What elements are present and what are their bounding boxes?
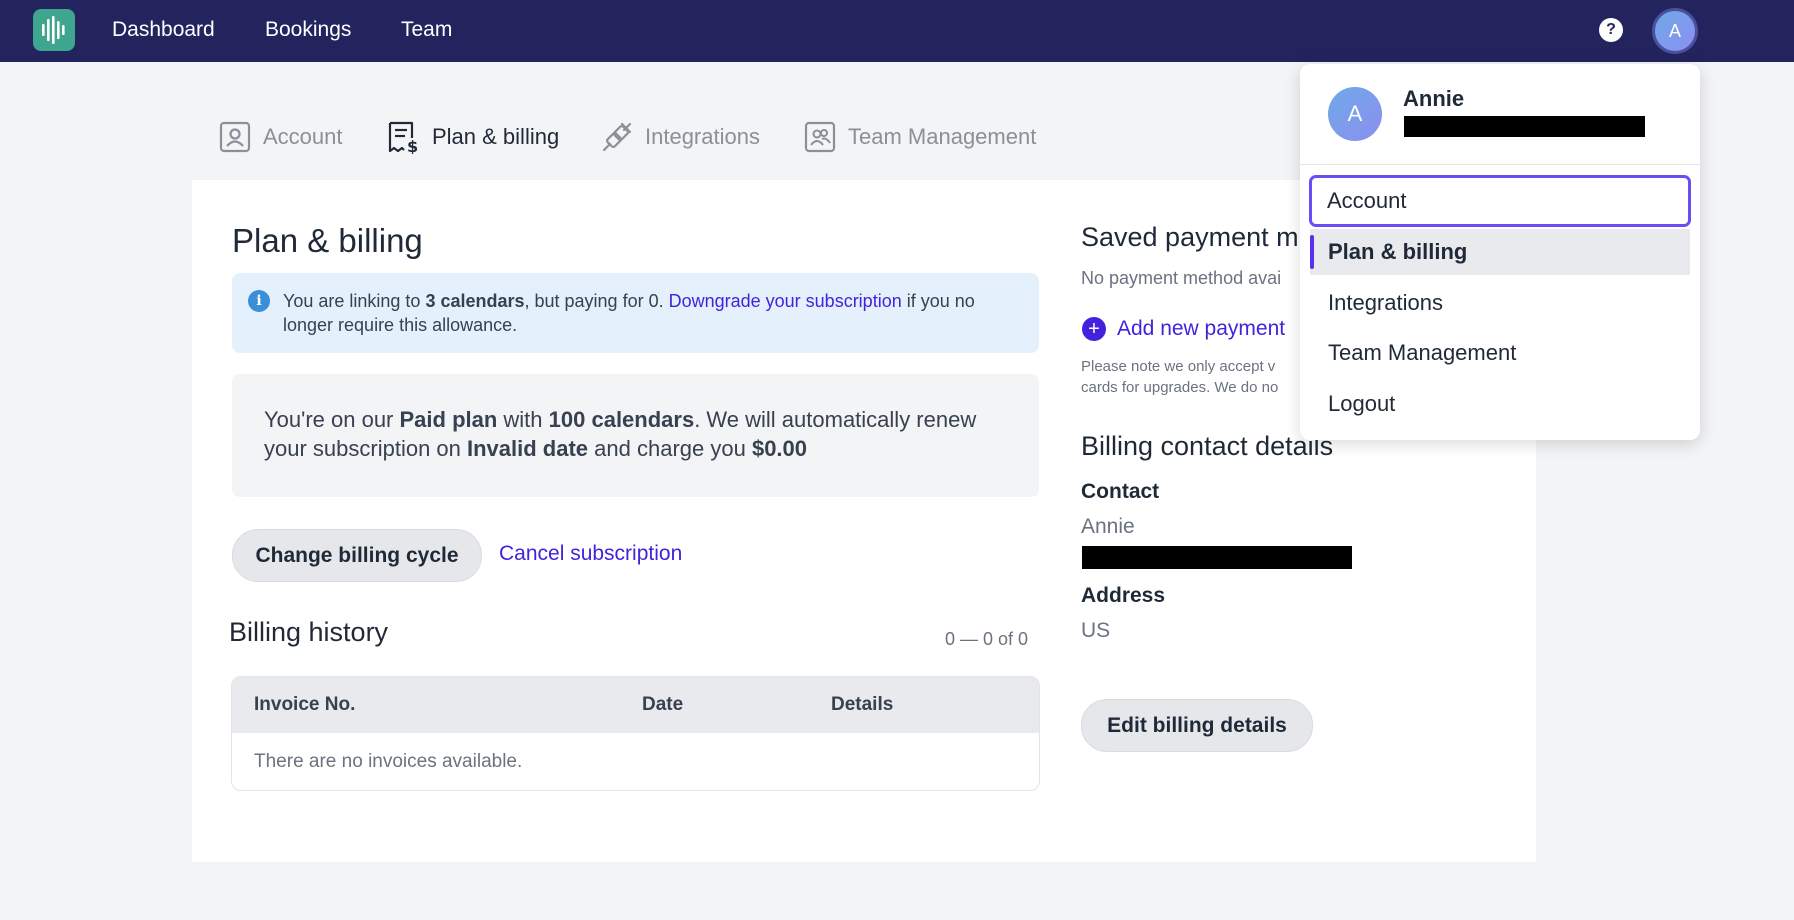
contact-name: Annie [1081, 515, 1135, 538]
table-header: Invoice No. Date Details [232, 677, 1039, 733]
column-details: Details [831, 694, 894, 715]
waveform-logo-icon[interactable] [33, 9, 75, 51]
nav-bookings[interactable]: Bookings [265, 18, 351, 42]
team-card-icon [804, 121, 836, 153]
menu-item-account[interactable]: Account [1309, 175, 1691, 227]
info-icon: i [248, 290, 270, 312]
profile-dropdown-menu: A Annie Account Plan & billing Integrati… [1300, 64, 1700, 440]
avatar: A [1328, 87, 1382, 141]
nav-team[interactable]: Team [401, 18, 452, 42]
tab-label: Integrations [645, 124, 760, 149]
downgrade-subscription-link[interactable]: Downgrade your subscription [669, 291, 902, 311]
dropdown-user-name: Annie [1403, 86, 1465, 111]
plan-summary: You're on our Paid plan with 100 calenda… [232, 374, 1039, 497]
billing-history-title: Billing history [229, 617, 389, 647]
help-icon[interactable]: ? [1599, 18, 1623, 42]
tab-account[interactable]: Account [219, 118, 343, 156]
contact-label: Contact [1081, 480, 1160, 503]
tab-plan-billing[interactable]: $ Plan & billing [386, 118, 559, 156]
top-navbar: Dashboard Bookings Team ? A [0, 0, 1794, 62]
redacted-email [1082, 546, 1352, 569]
address-label: Address [1081, 584, 1166, 607]
tab-label: Team Management [848, 124, 1037, 149]
user-avatar-button[interactable]: A [1652, 8, 1698, 54]
menu-item-integrations[interactable]: Integrations [1310, 280, 1690, 326]
billing-contact-title: Billing contact details [1081, 431, 1334, 461]
tab-team-management[interactable]: Team Management [804, 118, 1036, 156]
column-date: Date [642, 694, 684, 715]
user-card-icon [219, 121, 251, 153]
empty-table-message: There are no invoices available. [254, 751, 523, 772]
edit-billing-details-button[interactable]: Edit billing details [1081, 699, 1313, 752]
menu-item-plan-billing[interactable]: Plan & billing [1310, 229, 1690, 275]
plus-circle-icon: + [1082, 317, 1106, 341]
tab-label: Account [263, 124, 343, 149]
billing-history-pagination: 0 — 0 of 0 [945, 629, 1029, 649]
menu-item-logout[interactable]: Logout [1310, 381, 1690, 427]
payment-note: Please note we only accept v cards for u… [1081, 358, 1279, 396]
calendar-allowance-alert: i You are linking to 3 calendars, but pa… [232, 273, 1039, 353]
redacted-user-email [1404, 116, 1645, 137]
menu-item-team-management[interactable]: Team Management [1310, 330, 1690, 376]
no-payment-method-text: No payment method avai [1081, 268, 1282, 288]
svg-text:$: $ [407, 137, 418, 154]
address-value: US [1081, 619, 1111, 642]
nav-dashboard[interactable]: Dashboard [112, 18, 215, 42]
billing-history-table: Invoice No. Date Details There are no in… [231, 676, 1040, 791]
column-invoice-no: Invoice No. [254, 694, 356, 715]
receipt-dollar-icon: $ [388, 121, 418, 154]
plug-icon [602, 122, 632, 152]
divider [1300, 164, 1700, 165]
saved-payment-title: Saved payment m [1081, 222, 1299, 252]
add-payment-method-button[interactable]: + Add new payment [1082, 317, 1285, 341]
tab-label: Plan & billing [432, 124, 560, 149]
tab-integrations[interactable]: Integrations [601, 118, 760, 156]
page-title: Plan & billing [232, 222, 423, 259]
cancel-subscription-link[interactable]: Cancel subscription [499, 542, 682, 566]
change-billing-cycle-button[interactable]: Change billing cycle [232, 529, 482, 582]
